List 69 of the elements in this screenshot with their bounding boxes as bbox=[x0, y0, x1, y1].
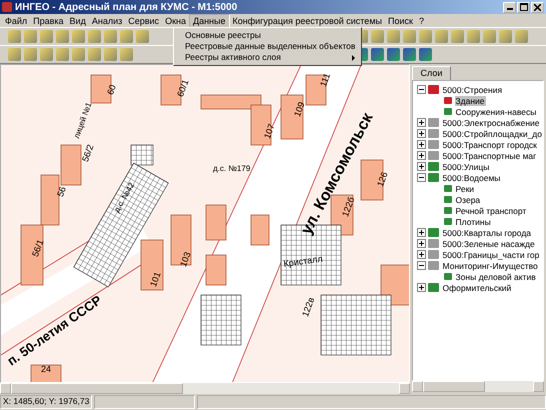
map-label: 101 bbox=[149, 270, 163, 288]
map-label: 122в bbox=[301, 296, 316, 318]
layer-item[interactable]: 5000:Строения bbox=[442, 84, 504, 94]
expand-toggle[interactable] bbox=[416, 129, 426, 138]
menu-item[interactable]: Данные bbox=[188, 14, 230, 28]
map-label: д.с. №179 bbox=[213, 165, 250, 173]
expand-toggle[interactable] bbox=[416, 228, 426, 237]
layer-item[interactable]: 5000:Электроснабжение bbox=[442, 118, 541, 128]
layer-item[interactable]: Реки bbox=[454, 184, 476, 194]
expand-toggle[interactable] bbox=[416, 85, 426, 94]
map-label: 24 bbox=[41, 365, 52, 374]
expand-toggle[interactable] bbox=[416, 239, 426, 248]
panel-tab[interactable]: Слои bbox=[412, 66, 452, 80]
map-label: 126 bbox=[376, 170, 390, 188]
horizontal-scrollbar[interactable] bbox=[0, 383, 410, 394]
layer-item[interactable]: Сооружения-навесы bbox=[454, 106, 538, 116]
layer-item[interactable]: Зоны деловой актив bbox=[454, 272, 537, 282]
layer-item[interactable]: 5000:Кварталы города bbox=[442, 228, 532, 238]
layer-item[interactable]: 5000:Улицы bbox=[442, 162, 490, 172]
expand-toggle[interactable] bbox=[416, 261, 426, 270]
map-label: 111 bbox=[319, 72, 332, 88]
menu-entry[interactable]: Основные реестры bbox=[174, 30, 362, 41]
expand-toggle[interactable] bbox=[416, 140, 426, 149]
expand-toggle[interactable] bbox=[416, 162, 426, 171]
layer-item[interactable]: 5000:Транспортные маг bbox=[442, 150, 538, 160]
map-label: 60/1 bbox=[176, 78, 190, 98]
expand-toggle[interactable] bbox=[416, 283, 426, 292]
minimize-button[interactable] bbox=[503, 2, 516, 12]
layer-item[interactable]: Речной транспорт bbox=[454, 206, 528, 216]
menu-item[interactable]: Файл bbox=[2, 14, 30, 26]
layer-item[interactable]: 5000:Транспорт городск bbox=[442, 140, 538, 150]
map-label: 56 bbox=[56, 186, 68, 198]
menu-item[interactable]: Сервис bbox=[125, 14, 162, 26]
map-label: Кристалл bbox=[283, 254, 324, 269]
menu-item[interactable]: Окна bbox=[162, 14, 189, 26]
menu-item[interactable]: Поиск bbox=[384, 14, 416, 26]
expand-toggle[interactable] bbox=[416, 151, 426, 160]
expand-toggle[interactable] bbox=[416, 118, 426, 127]
map-label: 107 bbox=[263, 122, 277, 140]
menu-item[interactable]: Конфигурация реестровой системы bbox=[230, 14, 385, 26]
layer-item[interactable]: 5000:Зеленые насажде bbox=[442, 238, 536, 248]
app-icon bbox=[2, 2, 12, 12]
layer-item[interactable]: Озера bbox=[454, 194, 482, 204]
layer-item[interactable]: 5000:Границы_части гор bbox=[442, 250, 540, 260]
map-label: 103 bbox=[179, 250, 193, 268]
map-label: 60 bbox=[106, 84, 118, 96]
layer-item[interactable]: Мониторинг-Имущество bbox=[442, 260, 539, 270]
menu-entry[interactable]: Реестры активного слоя bbox=[174, 52, 362, 63]
map-label: 109 bbox=[293, 100, 307, 118]
map-label: 56/1 bbox=[31, 238, 46, 258]
restore-button[interactable] bbox=[517, 2, 530, 12]
map-label: 56/2 bbox=[81, 144, 96, 164]
menu-item[interactable]: Правка bbox=[30, 14, 67, 26]
layer-item[interactable]: Оформительский bbox=[442, 282, 512, 292]
menu-item[interactable]: Анализ bbox=[88, 14, 126, 26]
map-label: лицей №1 bbox=[73, 101, 94, 140]
menu-entry[interactable]: Реестровые данные выделенных объектов bbox=[174, 41, 362, 52]
layer-item[interactable]: 5000:Стройплощадки_до bbox=[442, 128, 543, 138]
menu-item[interactable]: ? bbox=[416, 14, 427, 26]
panel-scrollbar[interactable] bbox=[412, 381, 544, 392]
menu-item[interactable]: Вид bbox=[66, 14, 89, 26]
layer-item[interactable]: 5000:Водоемы bbox=[442, 172, 502, 182]
window-title: ИНГЕО - Адресный план для КУМС - M1:5000 bbox=[15, 2, 238, 12]
layer-item[interactable]: Здание bbox=[454, 96, 486, 106]
expand-toggle[interactable] bbox=[416, 250, 426, 259]
close-button[interactable] bbox=[531, 2, 544, 12]
layer-item[interactable]: Плотины bbox=[454, 216, 492, 226]
coordinates-text: X: 1485,60; Y: 1976,73 bbox=[0, 395, 92, 409]
expand-toggle[interactable] bbox=[416, 173, 426, 182]
